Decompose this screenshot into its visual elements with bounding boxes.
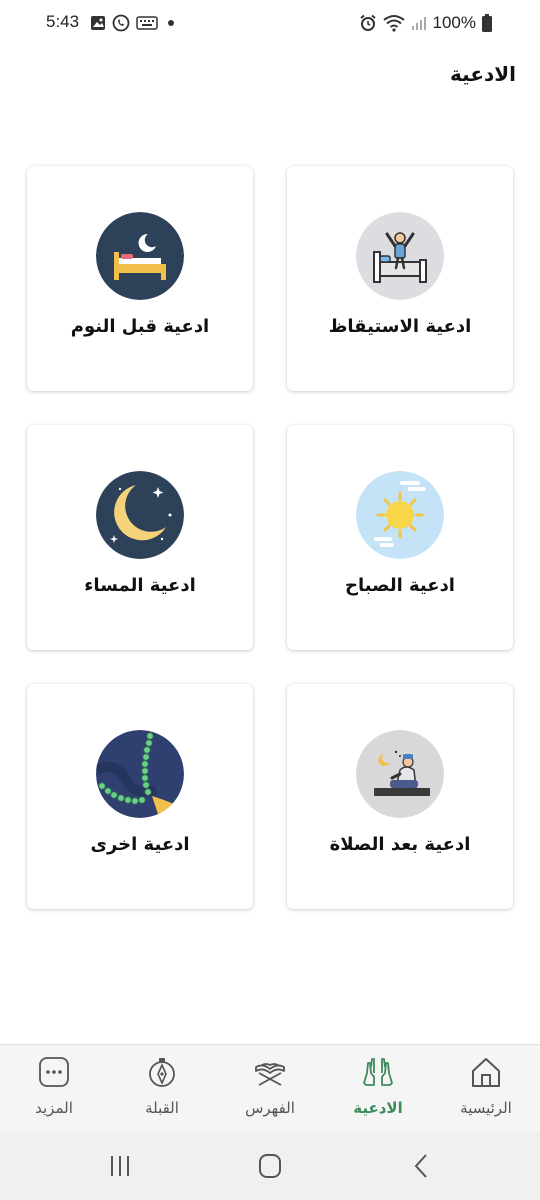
recent-apps-icon: [111, 1156, 129, 1176]
nav-item-more[interactable]: المزيد: [0, 1045, 108, 1133]
card-other[interactable]: ادعية اخرى: [27, 684, 253, 909]
praying-man-icon: [356, 730, 444, 818]
status-bar: 5:43 100%: [0, 0, 540, 48]
nav-item-supplications[interactable]: الادعية: [324, 1045, 432, 1133]
card-label: ادعية المساء: [84, 575, 196, 596]
card-waking-up[interactable]: ادعية الاستيقاظ: [287, 166, 513, 391]
quran-stand-icon: [253, 1055, 287, 1089]
back-chevron-icon: [414, 1154, 427, 1178]
battery-percent: 100%: [432, 13, 476, 32]
card-label: ادعية الاستيقاظ: [328, 316, 472, 337]
nav-label: الرئيسية: [460, 1099, 512, 1117]
dot-icon: [164, 16, 178, 30]
card-evening[interactable]: ادعية المساء: [27, 425, 253, 650]
compass-icon: [145, 1055, 179, 1089]
home-circle-icon: [259, 1154, 281, 1178]
bed-moon-icon: [96, 212, 184, 300]
waking-up-icon: [356, 212, 444, 300]
gallery-icon: [90, 15, 106, 31]
whatsapp-icon: [112, 14, 130, 32]
system-navigation-bar: [0, 1132, 540, 1200]
nav-label: الادعية: [353, 1099, 403, 1117]
nav-item-home[interactable]: الرئيسية: [432, 1045, 540, 1133]
prayer-beads-icon: [96, 730, 184, 818]
card-label: ادعية قبل النوم: [70, 316, 210, 337]
signal-icon: [411, 15, 427, 31]
card-label: ادعية الصباح: [345, 575, 455, 596]
status-time: 5:43: [46, 12, 80, 31]
wifi-icon: [382, 14, 405, 32]
card-before-sleep[interactable]: ادعية قبل النوم: [27, 166, 253, 391]
card-label: ادعية بعد الصلاة: [329, 834, 471, 855]
sun-icon: [356, 471, 444, 559]
home-icon: [469, 1055, 503, 1089]
home-system-button[interactable]: [250, 1150, 290, 1182]
card-after-prayer[interactable]: ادعية بعد الصلاة: [287, 684, 513, 909]
bottom-navigation: الرئيسية الادعية الفهرس القبلة المزيد: [0, 1044, 540, 1132]
page-title: الادعية: [450, 62, 516, 86]
battery-icon: [482, 14, 492, 32]
keyboard-icon: [136, 16, 158, 30]
nav-item-qibla[interactable]: القبلة: [108, 1045, 216, 1133]
back-button[interactable]: [402, 1150, 442, 1182]
card-label: ادعية اخرى: [90, 834, 190, 855]
more-icon: [37, 1055, 71, 1089]
nav-label: المزيد: [35, 1099, 73, 1117]
nav-item-index[interactable]: الفهرس: [216, 1045, 324, 1133]
alarm-icon: [359, 14, 377, 32]
crescent-moon-icon: [96, 471, 184, 559]
praying-hands-icon: [361, 1055, 395, 1089]
nav-label: القبلة: [145, 1099, 179, 1117]
card-morning[interactable]: ادعية الصباح: [287, 425, 513, 650]
nav-label: الفهرس: [245, 1099, 295, 1117]
recent-apps-button[interactable]: [100, 1150, 140, 1182]
